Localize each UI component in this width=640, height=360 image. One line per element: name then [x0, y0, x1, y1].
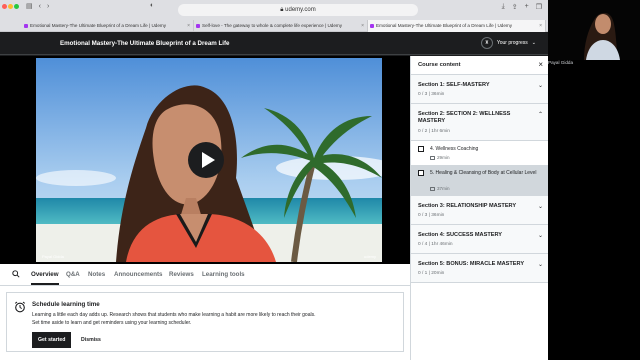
video-watermark-left: Payal Gidda — [42, 254, 65, 259]
udemy-favicon-icon — [196, 24, 200, 28]
section-meta: 0 / 3 | 36min — [418, 213, 445, 218]
chevron-down-icon: ⌄ — [537, 83, 543, 89]
video-player[interactable]: Payal Gidda udemy — [0, 56, 410, 264]
lecture-checkbox[interactable] — [418, 170, 424, 176]
alarm-clock-icon — [14, 301, 26, 313]
section-meta: 0 / 4 | 1hr 46min — [418, 242, 453, 247]
section-header[interactable]: Section 1: SELF-MASTERY 0 / 3 | 36min ⌄ — [411, 75, 548, 104]
close-window-icon[interactable] — [2, 4, 7, 9]
trophy-icon: ♜ — [480, 37, 493, 49]
dismiss-button[interactable]: Dismiss — [77, 332, 105, 348]
progress-label: Your progress — [496, 40, 528, 46]
share-icon[interactable]: ⇪ — [512, 3, 518, 11]
close-icon[interactable]: × — [538, 60, 543, 69]
tab-overview[interactable]: Overview — [31, 271, 59, 285]
schedule-description: Learning a little each day adds up. Rese… — [32, 312, 316, 318]
lecture-item-current[interactable]: 5. Healing & Cleansing of Body at Cellul… — [411, 165, 548, 196]
browser-tab-active[interactable]: Emotional Mastery-The Ultimate Blueprint… — [368, 20, 546, 32]
tab-qa[interactable]: Q&A — [66, 271, 80, 278]
section-title: Section 1: SELF-MASTERY — [418, 82, 490, 88]
nav-buttons: ▤ ‹ › — [26, 2, 49, 11]
browser-window: ▤ ‹ › ◐ 🔒︎ udemy.com ⤓ ⇪ + ❐ Emotional M… — [0, 0, 548, 360]
browser-tools: ⤓ ⇪ + ❐ — [502, 3, 542, 11]
get-started-button[interactable]: Get started — [32, 332, 72, 348]
lecture-duration: 37min — [430, 186, 450, 191]
section-header[interactable]: Section 4: SUCCESS MASTERY 0 / 4 | 1hr 4… — [411, 225, 548, 254]
lecture-duration: 29min — [430, 155, 450, 160]
sidebar-title: Course content — [418, 62, 461, 68]
course-header: Emotional Mastery-The Ultimate Blueprint… — [0, 33, 548, 55]
section-header[interactable]: Section 2: SECTION 2: WELLNESS MASTERY 0… — [411, 104, 548, 141]
tab-overview-icon[interactable]: ❐ — [536, 3, 542, 11]
play-button[interactable] — [188, 142, 224, 178]
chevron-down-icon: ⌄ — [537, 204, 543, 210]
close-tab-icon[interactable]: × — [539, 20, 542, 32]
tab-learning-tools[interactable]: Learning tools — [202, 271, 245, 278]
section-meta: 0 / 1 | 20min — [418, 271, 445, 276]
lecture-title: 5. Healing & Cleansing of Body at Cellul… — [430, 170, 537, 176]
tab-bar: Emotional Mastery-The Ultimate Blueprint… — [0, 20, 548, 32]
udemy-favicon-icon — [370, 24, 374, 28]
lock-icon: 🔒︎ — [280, 7, 284, 13]
section-meta: 0 / 2 | 1hr 6min — [418, 129, 450, 134]
video-icon — [430, 186, 435, 191]
download-icon[interactable]: ⤓ — [502, 3, 505, 11]
section-title: Section 5: BONUS: MIRACLE MASTERY — [418, 261, 525, 267]
back-icon[interactable]: ‹ — [39, 3, 41, 10]
section-header[interactable]: Section 3: RELATIONSHIP MASTERY 0 / 3 | … — [411, 196, 548, 225]
schedule-description-2: Set time aside to learn and get reminder… — [32, 320, 192, 326]
overview-panel: Schedule learning time Learning a little… — [0, 286, 410, 360]
minimize-window-icon[interactable] — [8, 4, 13, 9]
course-title[interactable]: Emotional Mastery-The Ultimate Blueprint… — [60, 40, 230, 47]
new-tab-icon[interactable]: + — [525, 3, 529, 11]
chevron-down-icon: ⌄ — [531, 40, 536, 46]
close-tab-icon[interactable]: × — [361, 20, 364, 32]
chevron-down-icon: ⌄ — [537, 262, 543, 268]
search-icon[interactable] — [12, 270, 20, 278]
url-text: udemy.com — [285, 7, 316, 13]
sidebar-toggle-icon[interactable]: ▤ — [26, 2, 33, 10]
udemy-favicon-icon — [24, 24, 28, 28]
webcam-feed — [548, 0, 640, 60]
address-bar[interactable]: 🔒︎ udemy.com — [178, 4, 418, 16]
webcam-person-image — [548, 0, 640, 60]
schedule-title: Schedule learning time — [32, 301, 100, 308]
lecture-title: 4. Wellness Coaching — [430, 146, 479, 152]
section-title: Section 4: SUCCESS MASTERY — [418, 232, 503, 238]
course-content-sidebar: Course content × Section 1: SELF-MASTERY… — [410, 56, 548, 360]
webcam-name-label: Payal Gidda — [548, 60, 574, 65]
window-controls — [2, 4, 19, 9]
section-title: Section 2: SECTION 2: WELLNESS MASTERY — [418, 111, 511, 124]
video-watermark-right: udemy — [364, 254, 376, 259]
progress-button[interactable]: ♜ Your progress ⌄ — [480, 37, 536, 49]
section-header[interactable]: Section 5: BONUS: MIRACLE MASTERY 0 / 1 … — [411, 254, 548, 283]
lecture-checkbox[interactable] — [418, 146, 424, 152]
browser-tab[interactable]: Emotional Mastery-The Ultimate Blueprint… — [22, 20, 194, 32]
tab-reviews[interactable]: Reviews — [169, 271, 194, 278]
schedule-card: Schedule learning time Learning a little… — [6, 292, 404, 352]
browser-toolbar: ▤ ‹ › ◐ 🔒︎ udemy.com ⤓ ⇪ + ❐ — [0, 0, 548, 20]
privacy-indicator: ◐ — [150, 2, 154, 9]
lecture-item[interactable]: 4. Wellness Coaching 29min — [411, 141, 548, 165]
screen: ▤ ‹ › ◐ 🔒︎ udemy.com ⤓ ⇪ + ❐ Emotional M… — [0, 0, 640, 360]
lesson-tabs: Overview Q&A Notes Announcements Reviews… — [0, 264, 410, 286]
shield-icon[interactable]: ◐ — [150, 2, 154, 9]
tab-announcements[interactable]: Announcements — [114, 271, 162, 278]
section-title: Section 3: RELATIONSHIP MASTERY — [418, 203, 517, 209]
tab-notes[interactable]: Notes — [88, 271, 105, 278]
chevron-down-icon: ⌄ — [537, 233, 543, 239]
forward-icon[interactable]: › — [47, 3, 49, 10]
section-meta: 0 / 3 | 36min — [418, 92, 445, 97]
sidebar-header: Course content × — [411, 56, 548, 75]
maximize-window-icon[interactable] — [14, 4, 19, 9]
chevron-up-icon: ⌃ — [537, 112, 543, 118]
close-tab-icon[interactable]: × — [187, 20, 190, 32]
video-icon — [430, 155, 435, 160]
browser-tab[interactable]: Self-love - The gateway to whole & compl… — [194, 20, 368, 32]
